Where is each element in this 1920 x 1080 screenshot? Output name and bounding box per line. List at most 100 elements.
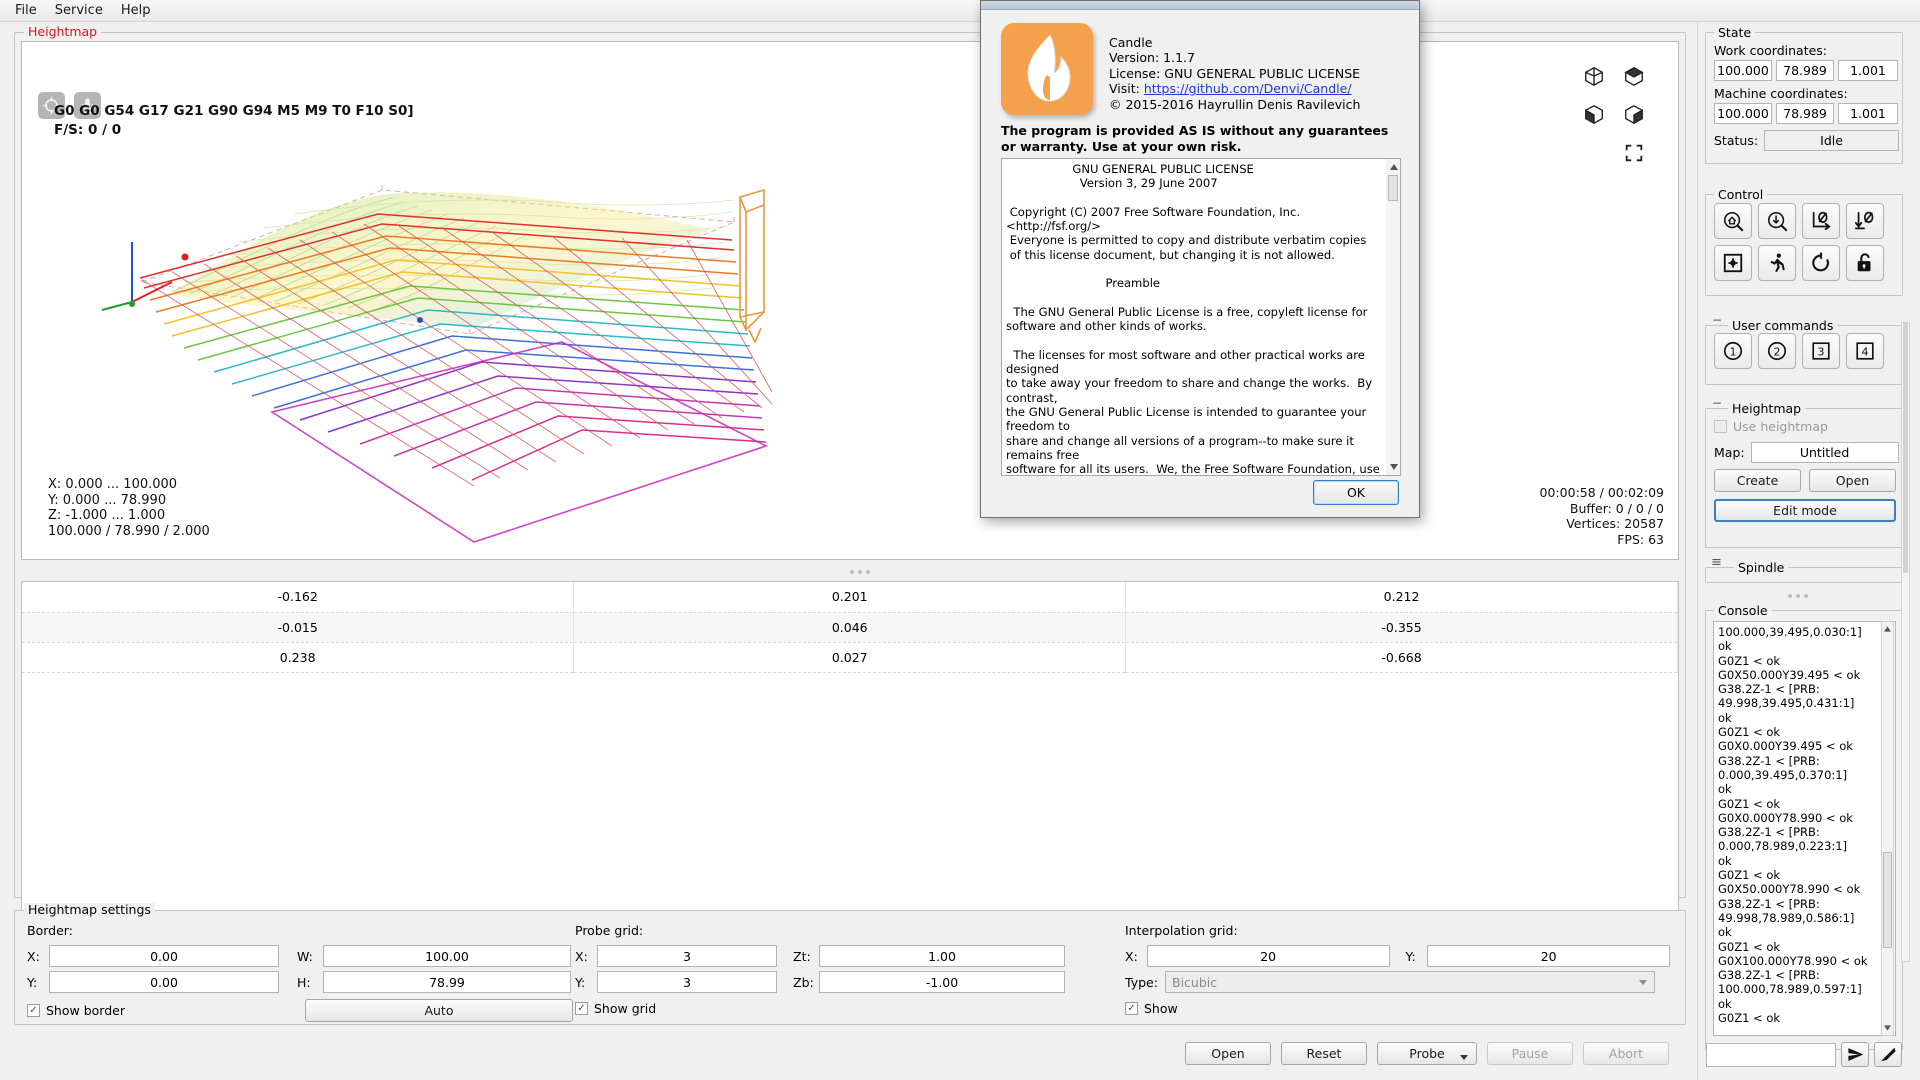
visit-prefix: Visit: <box>1109 81 1144 96</box>
probe-zt-input[interactable]: 1.00 <box>819 945 1065 967</box>
show-grid-checkbox[interactable]: ✓ Show grid <box>575 1001 1125 1016</box>
isometric-view-icon[interactable] <box>1580 62 1608 90</box>
scroll-up-icon[interactable] <box>1882 623 1893 635</box>
table-row[interactable]: -0.1620.2010.212 <box>22 582 1678 612</box>
console-output[interactable]: 100.000,39.495,0.030:1] ok G0Z1 < ok G0X… <box>1713 621 1896 1036</box>
menu-item-file[interactable]: File <box>6 1 46 20</box>
work-x-field[interactable]: 100.000 <box>1714 60 1772 81</box>
collapse-user-commands-icon[interactable]: − <box>1712 313 1722 327</box>
clear-console-icon[interactable] <box>1874 1042 1902 1067</box>
auto-button[interactable]: Auto <box>305 999 573 1022</box>
user-command-button-4[interactable]: 4 <box>1846 333 1884 369</box>
heightmap-table[interactable]: -0.1620.2010.212-0.0150.046-0.3550.2380.… <box>21 581 1679 911</box>
show-interpolation-checkbox[interactable]: ✓ Show <box>1125 1001 1670 1016</box>
collapse-spindle-icon[interactable]: ≡ <box>1711 555 1722 570</box>
probe-y-input[interactable]: 3 <box>597 971 777 993</box>
project-url-link[interactable]: https://github.com/Denvi/Candle/ <box>1144 81 1352 96</box>
zero-z-icon[interactable] <box>1846 203 1884 239</box>
about-dialog-titlebar[interactable] <box>981 1 1419 10</box>
unlock-icon[interactable] <box>1846 245 1884 281</box>
menu-item-help[interactable]: Help <box>112 1 160 20</box>
reset-button[interactable]: Reset <box>1281 1042 1367 1065</box>
top-view-icon[interactable] <box>1620 62 1648 90</box>
viewport-splitter[interactable] <box>850 570 870 574</box>
table-cell[interactable]: -0.015 <box>22 612 574 642</box>
console-scroll-thumb[interactable] <box>1883 852 1892 948</box>
chevron-down-icon <box>1639 980 1647 985</box>
table-cell[interactable]: 0.238 <box>22 642 574 672</box>
zero-xy-icon[interactable] <box>1802 203 1840 239</box>
license-scroll-down-icon[interactable] <box>1388 461 1399 473</box>
table-cell[interactable]: 0.027 <box>574 642 1126 672</box>
probe-x-input[interactable]: 3 <box>597 945 777 967</box>
table-row[interactable]: -0.0150.046-0.355 <box>22 612 1678 642</box>
reset-icon[interactable] <box>1802 245 1840 281</box>
show-border-checkbox[interactable]: ✓ Show border <box>27 1003 125 1018</box>
collapse-heightmap-icon[interactable]: − <box>1712 396 1722 410</box>
safe-position-icon[interactable] <box>1758 203 1796 239</box>
user-commands-group: User commands − 1234 <box>1705 325 1903 385</box>
map-row: Map: Untitled <box>1714 442 1899 463</box>
work-y-field[interactable]: 78.989 <box>1776 60 1834 81</box>
license-scroll-up-icon[interactable] <box>1388 161 1399 173</box>
interp-x-input[interactable]: 20 <box>1147 945 1390 967</box>
probe-zb-input[interactable]: -1.00 <box>819 971 1065 993</box>
user-command-button-3[interactable]: 3 <box>1802 333 1840 369</box>
table-cell[interactable]: -0.162 <box>22 582 574 612</box>
app-version: Version: 1.1.7 <box>1109 50 1360 65</box>
border-y-input[interactable]: 0.00 <box>49 971 279 993</box>
left-view-icon[interactable] <box>1620 100 1648 128</box>
dropdown-arrow-icon[interactable] <box>1460 1055 1468 1060</box>
menu-item-service[interactable]: Service <box>46 1 112 20</box>
console-scrollbar[interactable] <box>1881 621 1894 1036</box>
table-row[interactable]: 0.2380.027-0.668 <box>22 642 1678 672</box>
border-x-input[interactable]: 0.00 <box>49 945 279 967</box>
create-heightmap-button[interactable]: Create <box>1714 469 1801 492</box>
table-cell[interactable]: -0.668 <box>1126 642 1678 672</box>
license-scroll-thumb[interactable] <box>1388 175 1398 201</box>
console-splitter[interactable] <box>1788 594 1808 598</box>
table-cell[interactable]: 0.212 <box>1126 582 1678 612</box>
table-cell[interactable]: 0.046 <box>574 612 1126 642</box>
status-badge: Idle <box>1764 130 1899 151</box>
show-grid-checkmark: ✓ <box>575 1002 588 1015</box>
svg-text:2: 2 <box>1774 346 1781 359</box>
status-row: Status: Idle <box>1714 130 1899 151</box>
user-command-button-2[interactable]: 2 <box>1758 333 1796 369</box>
user-command-button-1[interactable]: 1 <box>1714 333 1752 369</box>
license-scrollbar[interactable] <box>1386 159 1400 475</box>
ok-button[interactable]: OK <box>1313 480 1399 505</box>
heightmap-settings-title: Heightmap settings <box>24 903 155 917</box>
scroll-down-icon[interactable] <box>1882 1022 1893 1034</box>
table-cell[interactable]: 0.201 <box>574 582 1126 612</box>
edit-mode-button[interactable]: Edit mode <box>1714 499 1896 522</box>
fit-to-screen-icon[interactable] <box>1620 139 1648 167</box>
console-command-input[interactable] <box>1706 1043 1836 1067</box>
right-panel-scrollbar[interactable] <box>1901 322 1910 962</box>
run-icon[interactable] <box>1758 245 1796 281</box>
send-icon[interactable] <box>1841 1042 1869 1067</box>
probe-button[interactable]: Probe <box>1377 1042 1477 1065</box>
use-heightmap-checkbox[interactable]: Use heightmap <box>1714 419 1828 434</box>
border-h-input[interactable]: 78.99 <box>323 971 571 993</box>
probe-zb-label: Zb: <box>793 975 813 990</box>
table-cell[interactable]: -0.355 <box>1126 612 1678 642</box>
map-name-input[interactable]: Untitled <box>1751 442 1899 463</box>
right-panel-scroll-thumb[interactable] <box>1903 323 1908 573</box>
heightmap-settings-panel: Heightmap settings Border: X: 0.00 W: 10… <box>14 910 1686 1025</box>
heightmap-mesh-render <box>22 42 1679 560</box>
about-warning-text: The program is provided AS IS without an… <box>1001 123 1401 154</box>
open-button[interactable]: Open <box>1185 1042 1271 1065</box>
interp-y-input[interactable]: 20 <box>1427 945 1670 967</box>
front-view-icon[interactable] <box>1580 100 1608 128</box>
home-icon[interactable] <box>1714 203 1752 239</box>
3d-viewport[interactable]: G0 G0 G54 G17 G21 G90 G94 M5 M9 T0 F10 S… <box>21 41 1679 560</box>
about-metadata: Candle Version: 1.1.7 License: GNU GENER… <box>1109 35 1360 112</box>
open-heightmap-button[interactable]: Open <box>1809 469 1896 492</box>
restore-origin-icon[interactable] <box>1714 245 1752 281</box>
license-textbox[interactable]: GNU GENERAL PUBLIC LICENSE Version 3, 29… <box>1001 158 1401 476</box>
interpolation-type-select[interactable]: Bicubic <box>1165 971 1655 993</box>
work-z-field[interactable]: 1.001 <box>1838 60 1898 81</box>
use-heightmap-checkmark <box>1714 420 1727 433</box>
border-w-input[interactable]: 100.00 <box>323 945 571 967</box>
